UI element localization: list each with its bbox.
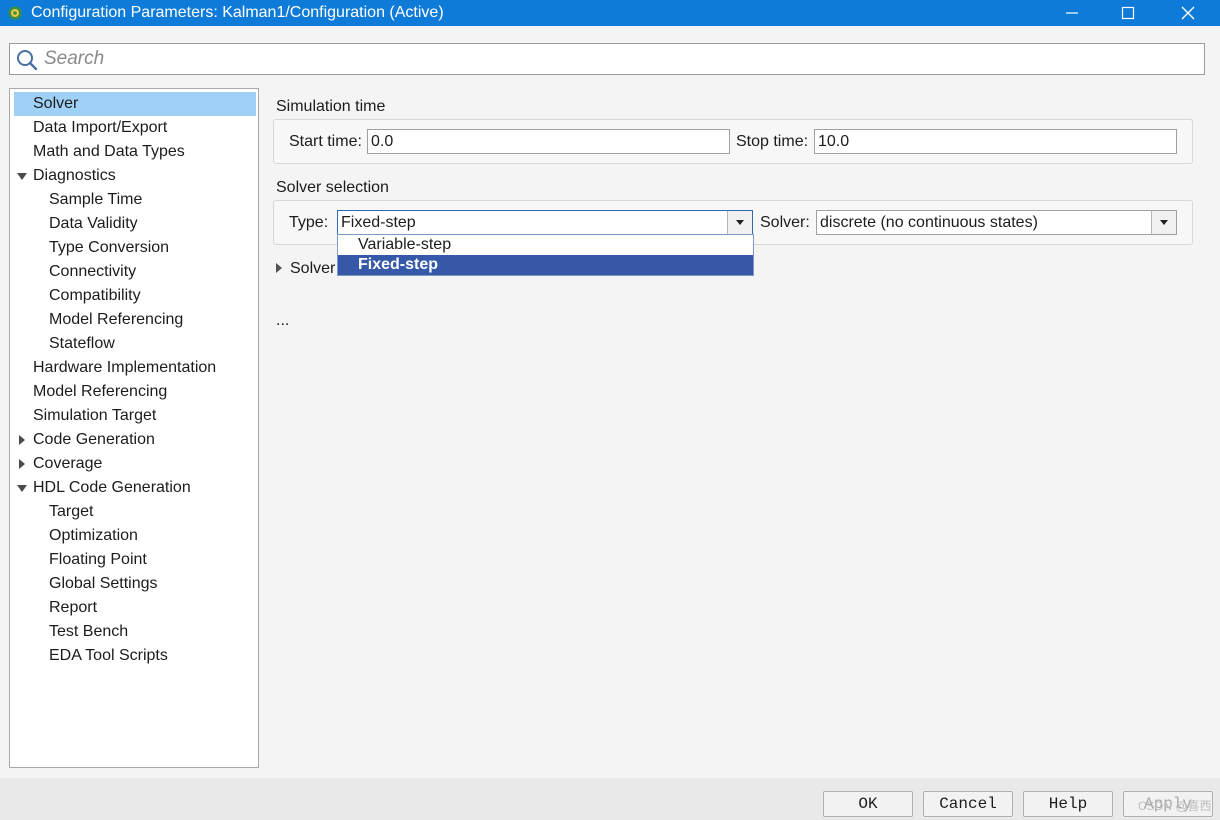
start-time-field[interactable] <box>367 129 730 154</box>
tree-item-label: Model Referencing <box>33 383 168 400</box>
chevron-down-icon <box>736 220 744 225</box>
close-icon <box>1181 6 1195 20</box>
window-title: Configuration Parameters: Kalman1/Config… <box>31 4 444 21</box>
tree-item-floating-point[interactable]: Floating Point <box>14 548 147 572</box>
tree-item-label: Simulation Target <box>33 407 157 424</box>
tree-item-label: Hardware Implementation <box>33 359 217 376</box>
tree-item-hardware-implementation[interactable]: Hardware Implementation <box>14 356 216 380</box>
tree-item-connectivity[interactable]: Connectivity <box>14 260 136 284</box>
tree-item-target[interactable]: Target <box>14 500 93 524</box>
tree-item-label: Target <box>49 503 94 520</box>
expanded-arrow-icon[interactable] <box>17 173 27 180</box>
tree-item-label: Data Validity <box>49 215 138 232</box>
stop-time-field[interactable] <box>814 129 1177 154</box>
type-dropdown-list: Variable-step Fixed-step <box>337 234 754 276</box>
solver-selected-value: discrete (no continuous states) <box>820 214 1038 231</box>
solver-selection-title: Solver selection <box>276 179 389 196</box>
tree-item-label: Sample Time <box>49 191 143 208</box>
tree-item-label: Math and Data Types <box>33 143 185 160</box>
tree-item-type-conversion[interactable]: Type Conversion <box>14 236 169 260</box>
option-label: Variable-step <box>358 236 452 253</box>
tree-item-label: Coverage <box>33 455 103 472</box>
tree-item-label: Stateflow <box>49 335 115 352</box>
tree-item-sample-time[interactable]: Sample Time <box>14 188 142 212</box>
dropdown-button[interactable] <box>1151 211 1176 234</box>
tree-item-data-validity[interactable]: Data Validity <box>14 212 138 236</box>
settings-tree: Solver Data Import/Export Math and Data … <box>9 88 259 768</box>
tree-item-label: Report <box>49 599 98 616</box>
tree-item-label: Model Referencing <box>49 311 184 328</box>
tree-item-label: HDL Code Generation <box>33 479 191 496</box>
maximize-icon <box>1121 6 1135 20</box>
dropdown-button[interactable] <box>727 211 752 234</box>
more-ellipsis: ... <box>276 312 290 329</box>
cancel-button[interactable]: Cancel <box>923 791 1013 817</box>
minimize-icon <box>1066 12 1078 14</box>
help-button[interactable]: Help <box>1023 791 1113 817</box>
tree-item-label: Solver <box>33 95 79 112</box>
collapsed-arrow-icon[interactable] <box>19 459 25 469</box>
tree-item-compatibility[interactable]: Compatibility <box>14 284 141 308</box>
tree-item-coverage[interactable]: Coverage <box>10 452 102 476</box>
tree-item-solver[interactable]: Solver <box>14 92 256 116</box>
tree-item-label: Global Settings <box>49 575 158 592</box>
tree-item-hdl-code-generation[interactable]: HDL Code Generation <box>10 476 191 500</box>
solver-details-label[interactable]: Solver <box>290 259 335 279</box>
option-label: Fixed-step <box>358 256 439 273</box>
tree-item-data-import-export[interactable]: Data Import/Export <box>14 116 167 140</box>
tree-item-label: EDA Tool Scripts <box>49 647 168 664</box>
tree-item-math-and-data-types[interactable]: Math and Data Types <box>14 140 185 164</box>
tree-item-test-bench[interactable]: Test Bench <box>14 620 128 644</box>
type-dropdown[interactable]: Fixed-step <box>337 210 753 235</box>
type-label: Type: <box>289 214 329 231</box>
tree-item-code-generation[interactable]: Code Generation <box>10 428 155 452</box>
ok-button[interactable]: OK <box>823 791 913 817</box>
tree-item-label: Optimization <box>49 527 138 544</box>
tree-item-eda-tool-scripts[interactable]: EDA Tool Scripts <box>14 644 168 668</box>
tree-item-label: Floating Point <box>49 551 147 568</box>
stop-time-label: Stop time: <box>736 133 809 150</box>
search-icon <box>17 50 38 71</box>
maximize-button[interactable] <box>1100 0 1156 26</box>
type-option-fixed-step[interactable]: Fixed-step <box>338 255 753 275</box>
tree-item-label: Data Import/Export <box>33 119 168 136</box>
tree-item-optimization[interactable]: Optimization <box>14 524 138 548</box>
type-selected-value: Fixed-step <box>341 214 416 231</box>
simulation-time-title: Simulation time <box>276 98 386 115</box>
start-time-label: Start time: <box>289 133 362 150</box>
gear-icon <box>8 6 22 20</box>
type-option-variable-step[interactable]: Variable-step <box>338 235 753 255</box>
minimize-button[interactable] <box>1044 0 1100 26</box>
tree-item-label: Test Bench <box>49 623 129 640</box>
solver-dropdown[interactable]: discrete (no continuous states) <box>816 210 1177 235</box>
tree-item-diagnostics-model-referencing[interactable]: Model Referencing <box>14 308 183 332</box>
collapsed-arrow-icon[interactable] <box>19 435 25 445</box>
watermark: CSDN @喜西 <box>1138 799 1212 813</box>
tree-item-label: Code Generation <box>33 431 155 448</box>
search-box[interactable] <box>9 43 1205 75</box>
title-bar: Configuration Parameters: Kalman1/Config… <box>0 0 1220 26</box>
tree-item-model-referencing[interactable]: Model Referencing <box>14 380 167 404</box>
tree-item-stateflow[interactable]: Stateflow <box>14 332 115 356</box>
search-input[interactable] <box>44 47 1194 71</box>
tree-item-label: Type Conversion <box>49 239 170 256</box>
tree-item-diagnostics[interactable]: Diagnostics <box>10 164 116 188</box>
tree-item-label: Compatibility <box>49 287 141 304</box>
expanded-arrow-icon[interactable] <box>17 485 27 492</box>
collapsed-arrow-icon[interactable] <box>276 263 282 273</box>
chevron-down-icon <box>1160 220 1168 225</box>
close-button[interactable] <box>1160 0 1216 26</box>
tree-item-simulation-target[interactable]: Simulation Target <box>14 404 156 428</box>
tree-item-label: Diagnostics <box>33 167 116 184</box>
tree-item-global-settings[interactable]: Global Settings <box>14 572 158 596</box>
tree-item-report[interactable]: Report <box>14 596 97 620</box>
solver-label: Solver: <box>760 214 810 231</box>
tree-item-label: Connectivity <box>49 263 137 280</box>
